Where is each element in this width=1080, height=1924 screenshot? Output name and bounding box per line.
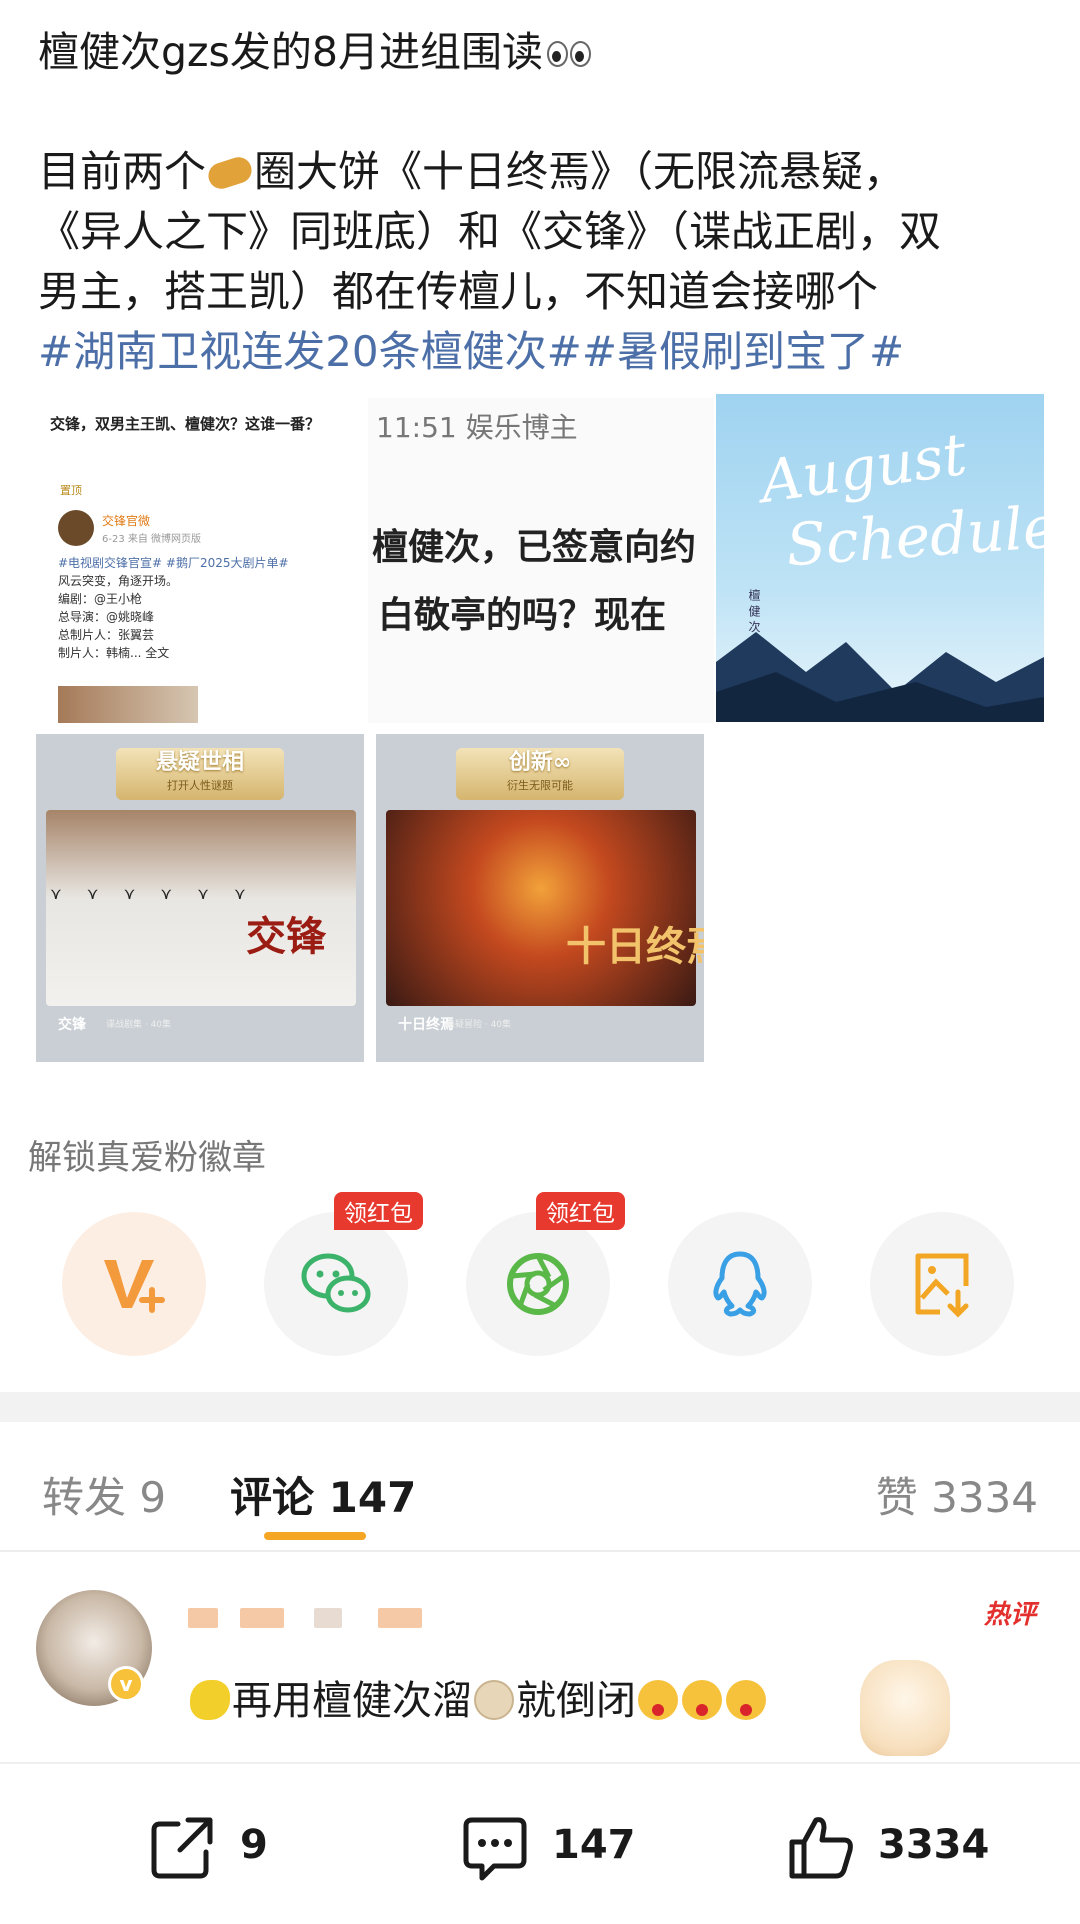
post-image-3[interactable]: August Schedule 檀 健 次 xyxy=(716,394,1044,722)
img1-line-1: 风云突变，角逐开场。 xyxy=(58,574,179,588)
pancake-emoji-icon xyxy=(474,1680,514,1720)
moments-share-button[interactable]: 领红包 xyxy=(466,1192,625,1356)
eyes-emoji-icon xyxy=(547,39,593,69)
img1-thumbnail xyxy=(58,686,198,723)
wechat-share-button[interactable]: 领红包 xyxy=(264,1192,423,1356)
img4-badge-title: 悬疑世相 xyxy=(155,750,244,775)
save-image-icon xyxy=(915,1253,969,1318)
img1-tags: #电视剧交锋官宣# #鹅厂2025大剧片单# xyxy=(58,556,289,570)
post-image-2[interactable]: 11:51 娱乐博主 檀健次，已签意向约 白敬亭的吗？现在 xyxy=(368,398,714,723)
comment-icon xyxy=(463,1817,527,1881)
share-count: 9 xyxy=(240,1822,268,1868)
post-line-3: 男主，搭王凯）都在传檀儿，不知道会接哪个 xyxy=(38,267,879,316)
img1-account-name: 交锋官微 xyxy=(102,514,151,528)
post-content: 檀健次gzs发的8月进组围读 目前两个 圈大饼《十日终焉》（无限流悬疑， 《异人之… xyxy=(38,22,1048,382)
img1-embedded-post: 交锋官微 6-23 来自 微博网页版 #电视剧交锋官宣# #鹅厂2025大剧片单… xyxy=(58,510,348,723)
verified-badge-icon: v xyxy=(108,1666,144,1702)
tab-comments[interactable]: 评论 147 xyxy=(230,1464,416,1525)
post-body: 目前两个 圈大饼《十日终焉》（无限流悬疑， 《异人之下》同班底）和《交锋》（谍战正… xyxy=(38,142,1048,382)
lemon-emoji-icon xyxy=(190,1680,230,1720)
qq-icon xyxy=(713,1251,767,1317)
img2-header: 11:51 娱乐博主 xyxy=(376,411,578,444)
moments-red-packet-tag[interactable]: 领红包 xyxy=(536,1192,625,1230)
img5-badge-subtitle: 衍生无限可能 xyxy=(507,779,573,792)
like-count: 3334 xyxy=(878,1822,990,1868)
tongue-emoji-icon xyxy=(682,1680,722,1720)
moments-icon xyxy=(507,1253,569,1315)
peanut-emoji-icon xyxy=(206,158,254,188)
vip-share-button[interactable] xyxy=(62,1212,206,1356)
qq-share-button[interactable] xyxy=(668,1212,812,1356)
img4-caption-sub: 谍战剧集 · 40集 xyxy=(106,1020,172,1030)
img1-line-3: 总导演：@姚晓峰 xyxy=(58,610,155,624)
post-topics-link[interactable]: #湖南卫视连发20条檀健次##暑假刷到宝了# xyxy=(38,322,1048,382)
img5-badge-title: 创新∞ xyxy=(508,750,572,775)
unlock-fan-badge-label[interactable]: 解锁真爱粉徽章 xyxy=(28,1130,266,1179)
post-line-2: 《异人之下》同班底）和《交锋》（谍战正剧，双 xyxy=(38,207,942,256)
img4-badge: 悬疑世相 打开人性谜题 xyxy=(116,748,284,800)
img1-line-5: 制片人：韩楠... 全文 xyxy=(58,646,170,660)
commenter-name-blurred[interactable] xyxy=(188,1608,438,1628)
active-tab-indicator xyxy=(264,1532,366,1540)
comment-count: 147 xyxy=(552,1822,636,1868)
crows-graphic: ⋎ ⋎ ⋎ ⋎ ⋎ ⋎ xyxy=(50,884,256,903)
post-line-1a: 目前两个 xyxy=(38,147,207,196)
share-icon xyxy=(151,1817,213,1879)
img5-poster-title: 十日终焉 xyxy=(566,924,704,970)
img2-line-2: 白敬亭的吗？现在 xyxy=(378,595,667,636)
img1-headline: 交锋，双男主王凯、檀健次？这谁一番？ xyxy=(50,415,321,433)
wechat-icon xyxy=(301,1253,371,1313)
img2-line-1: 檀健次，已签意向约 xyxy=(372,527,697,568)
comment-text-a: 再用檀健次溜 xyxy=(232,1678,472,1724)
bottom-action-bar: 9 147 3334 xyxy=(0,1762,1080,1924)
thumbs-up-icon xyxy=(789,1817,853,1879)
post-image-4[interactable]: 悬疑世相 打开人性谜题 ⋎ ⋎ ⋎ ⋎ ⋎ ⋎ 交锋 交锋 谍战剧集 · 40集 xyxy=(36,734,364,1062)
tongue-emoji-icon xyxy=(638,1680,678,1720)
img4-caption: 交锋 xyxy=(58,1017,86,1033)
img1-text: #电视剧交锋官宣# #鹅厂2025大剧片单# 风云突变，角逐开场。 编剧：@王小… xyxy=(58,554,289,662)
post-line-1b: 圈大饼《十日终焉》（无限流悬疑， xyxy=(254,147,906,196)
img5-badge: 创新∞ 衍生无限可能 xyxy=(456,748,624,800)
section-divider xyxy=(0,1392,1080,1422)
save-image-share-button[interactable] xyxy=(870,1212,1014,1356)
hot-comment-tag: 热评 xyxy=(983,1600,1036,1630)
img4-poster-title: 交锋 xyxy=(246,914,326,960)
post-image-1[interactable]: 交锋，双男主王凯、檀健次？这谁一番？ 置顶 交锋官微 6-23 来自 微博网页版… xyxy=(38,398,368,723)
img4-badge-subtitle: 打开人性谜题 xyxy=(167,779,233,792)
img1-line-4: 总制片人：张翼芸 xyxy=(58,628,155,642)
tab-forward[interactable]: 转发 9 xyxy=(42,1464,166,1525)
img5-poster xyxy=(386,810,696,1006)
share-row: 领红包 领红包 xyxy=(62,1192,1022,1356)
comment-item[interactable]: v 热评 再用檀健次溜 就倒闭 xyxy=(0,1570,1080,1760)
post-title: 檀健次gzs发的8月进组围读 xyxy=(38,28,543,76)
tongue-emoji-icon xyxy=(726,1680,766,1720)
mountain-illustration xyxy=(716,632,1044,722)
tab-likes[interactable]: 赞 3334 xyxy=(876,1464,1038,1525)
interaction-tabs: 转发 9 评论 147 赞 3334 xyxy=(0,1422,1080,1552)
post-image-5[interactable]: 创新∞ 衍生无限可能 十日终焉 十日终焉 悬疑冒险 · 40集 xyxy=(376,734,704,1062)
img1-line-2: 编剧：@王小枪 xyxy=(58,592,143,606)
comment-text: 再用檀健次溜 就倒闭 xyxy=(188,1668,768,1726)
img1-meta: 6-23 来自 微博网页版 xyxy=(102,534,202,545)
comment-text-b: 就倒闭 xyxy=(516,1678,636,1724)
img1-avatar xyxy=(58,510,94,546)
vip-icon xyxy=(104,1260,165,1313)
cartoon-sticker-icon xyxy=(860,1660,950,1756)
img1-pinned-label: 置顶 xyxy=(60,484,82,497)
img5-caption-sub: 悬疑冒险 · 40集 xyxy=(446,1020,512,1030)
wechat-red-packet-tag[interactable]: 领红包 xyxy=(334,1192,423,1230)
